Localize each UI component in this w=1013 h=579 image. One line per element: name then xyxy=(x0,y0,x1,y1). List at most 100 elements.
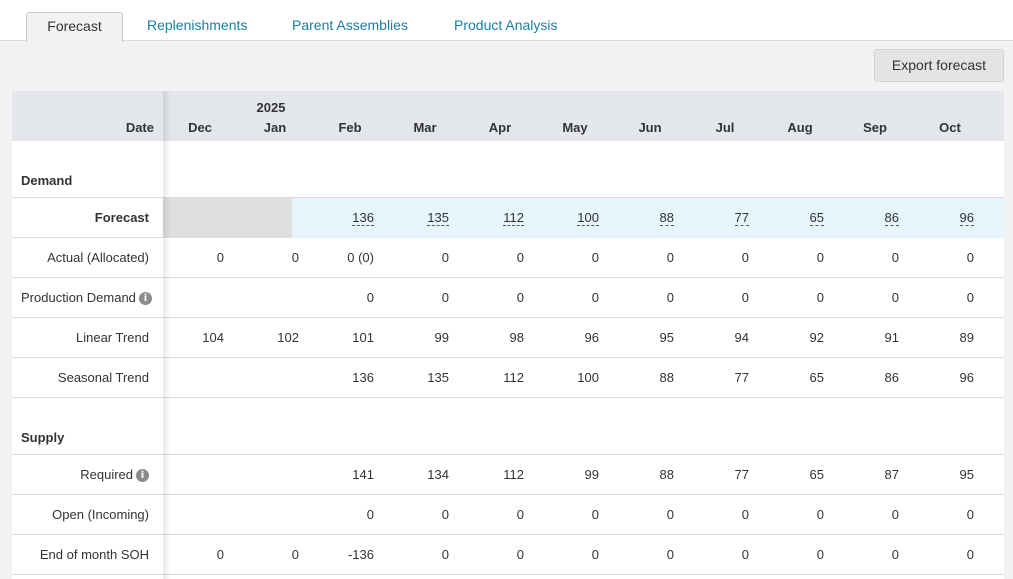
cell-actual-6: 0 xyxy=(666,250,674,265)
section-demand: Demand xyxy=(12,141,1004,198)
month-header-0: Dec xyxy=(188,120,212,135)
row-end-of-month-soh: End of month SOH 0 0 -136 0 0 0 0 0 0 0 0 xyxy=(12,535,1004,575)
cell-seasonal-trend-7: 77 xyxy=(734,370,749,385)
tab-forecast[interactable]: Forecast xyxy=(26,12,123,42)
info-icon[interactable]: i xyxy=(138,292,152,305)
row-seasonal-trend: Seasonal Trend 136 135 112 100 88 77 65 86 96 xyxy=(12,358,1004,398)
tab-product-analysis[interactable]: Product Analysis xyxy=(454,12,558,41)
row-label-actual-allocated: Actual (Allocated) xyxy=(47,250,149,265)
cell-production-demand-8: 0 xyxy=(816,290,824,305)
cell-linear-trend-9: 91 xyxy=(884,330,899,345)
cell-end-of-month-soh-3: 0 xyxy=(441,547,449,562)
forecast-value[interactable]: 65 xyxy=(809,211,824,226)
cell-end-of-month-soh-7: 0 xyxy=(741,547,749,562)
month-header-5: May xyxy=(562,120,588,135)
cell-forecast-10[interactable]: 96 xyxy=(914,198,974,238)
cell-actual-0: 0 xyxy=(216,250,224,265)
cell-required-10: 95 xyxy=(959,467,974,482)
cell-required-5: 99 xyxy=(584,467,599,482)
cell-required-9: 87 xyxy=(884,467,899,482)
cell-open-incoming-9: 0 xyxy=(891,507,899,522)
info-icon[interactable]: i xyxy=(136,469,149,482)
cell-actual-7: 0 xyxy=(741,250,749,265)
cell-required-8: 65 xyxy=(809,467,824,482)
forecast-value[interactable]: 100 xyxy=(577,211,599,226)
cell-forecast-9[interactable]: 86 xyxy=(839,198,899,238)
row-label-forecast: Forecast xyxy=(94,210,149,225)
forecast-value[interactable]: 112 xyxy=(503,211,524,226)
cell-linear-trend-3: 99 xyxy=(434,330,449,345)
cell-production-demand-6: 0 xyxy=(666,290,674,305)
cell-required-6: 88 xyxy=(659,467,674,482)
cell-linear-trend-1: 102 xyxy=(277,330,299,345)
cell-linear-trend-8: 92 xyxy=(809,330,824,345)
cell-actual-1: 0 xyxy=(291,250,299,265)
month-header-7: Jul xyxy=(715,120,735,135)
cell-end-of-month-soh-8: 0 xyxy=(816,547,824,562)
cell-forecast-1 xyxy=(239,198,299,238)
cell-actual-10: 0 xyxy=(966,250,974,265)
row-label-open-incoming: Open (Incoming) xyxy=(52,507,149,522)
cell-forecast-6[interactable]: 88 xyxy=(614,198,674,238)
forecast-value[interactable]: 88 xyxy=(659,211,674,226)
forecast-value[interactable]: 135 xyxy=(427,211,449,226)
cell-seasonal-trend-9: 86 xyxy=(884,370,899,385)
cell-seasonal-trend-3: 135 xyxy=(427,370,449,385)
month-header-3: Mar xyxy=(413,120,437,135)
cell-open-incoming-10: 0 xyxy=(966,507,974,522)
production-demand-label: Production Demand xyxy=(21,290,136,305)
cell-open-incoming-5: 0 xyxy=(591,507,599,522)
tab-replenishments[interactable]: Replenishments xyxy=(147,12,247,41)
section-title-demand: Demand xyxy=(21,173,73,188)
section-supply: Supply xyxy=(12,398,1004,455)
cell-production-demand-2: 0 xyxy=(366,290,374,305)
cell-forecast-7[interactable]: 77 xyxy=(689,198,749,238)
cell-actual-2: 0 (0) xyxy=(347,250,374,265)
cell-actual-8: 0 xyxy=(816,250,824,265)
tab-bar: Forecast Replenishments Parent Assemblie… xyxy=(0,0,1013,42)
cell-end-of-month-soh-6: 0 xyxy=(666,547,674,562)
year-label: 2025 xyxy=(256,100,286,115)
cell-forecast-3[interactable]: 135 xyxy=(389,198,449,238)
tab-parent-assemblies[interactable]: Parent Assemblies xyxy=(292,12,408,41)
cell-linear-trend-6: 95 xyxy=(659,330,674,345)
cell-seasonal-trend-10: 96 xyxy=(959,370,974,385)
cell-forecast-5[interactable]: 100 xyxy=(539,198,599,238)
month-header-6: Jun xyxy=(638,120,662,135)
month-header-2: Feb xyxy=(338,120,362,135)
row-linear-trend: Linear Trend 104 102 101 99 98 96 95 94 92 91 89 xyxy=(12,318,1004,358)
export-forecast-button[interactable]: Export forecast xyxy=(874,49,1004,82)
cell-seasonal-trend-6: 88 xyxy=(659,370,674,385)
cell-end-of-month-soh-5: 0 xyxy=(591,547,599,562)
row-label-seasonal-trend: Seasonal Trend xyxy=(57,370,149,385)
row-actual-allocated: Actual (Allocated) 0 0 0 (0) 0 0 0 0 0 0 0 0 xyxy=(12,238,1004,278)
date-column-header: Date xyxy=(125,120,154,135)
cell-seasonal-trend-5: 100 xyxy=(577,370,599,385)
month-header-10: Oct xyxy=(939,120,961,135)
month-header-8: Aug xyxy=(787,120,813,135)
cell-required-3: 134 xyxy=(427,467,449,482)
forecast-value[interactable]: 96 xyxy=(959,211,974,226)
cell-seasonal-trend-8: 65 xyxy=(809,370,824,385)
cell-end-of-month-soh-10: 0 xyxy=(966,547,974,562)
forecast-value[interactable]: 86 xyxy=(884,211,899,226)
forecast-value[interactable]: 77 xyxy=(734,211,749,226)
forecast-value[interactable]: 136 xyxy=(352,211,374,226)
cell-forecast-2[interactable]: 136 xyxy=(314,198,374,238)
month-header-1: Jan xyxy=(263,120,287,135)
cell-open-incoming-7: 0 xyxy=(741,507,749,522)
cell-end-of-month-soh-9: 0 xyxy=(891,547,899,562)
cell-linear-trend-0: 104 xyxy=(202,330,224,345)
cell-forecast-0 xyxy=(164,198,224,238)
required-label: Required xyxy=(80,467,133,482)
forecast-grid: Date 2025 Dec Jan Feb Mar Apr May Jun Jul Aug Sep… xyxy=(12,91,1004,579)
cell-end-of-month-soh-0: 0 xyxy=(216,547,224,562)
cell-production-demand-3: 0 xyxy=(441,290,449,305)
cell-linear-trend-4: 98 xyxy=(509,330,524,345)
cell-forecast-8[interactable]: 65 xyxy=(764,198,824,238)
cell-forecast-4[interactable]: 112 xyxy=(464,198,524,238)
cell-open-incoming-6: 0 xyxy=(666,507,674,522)
row-label-production-demand: Production Demand i xyxy=(21,278,152,318)
cell-actual-9: 0 xyxy=(891,250,899,265)
cell-open-incoming-3: 0 xyxy=(441,507,449,522)
